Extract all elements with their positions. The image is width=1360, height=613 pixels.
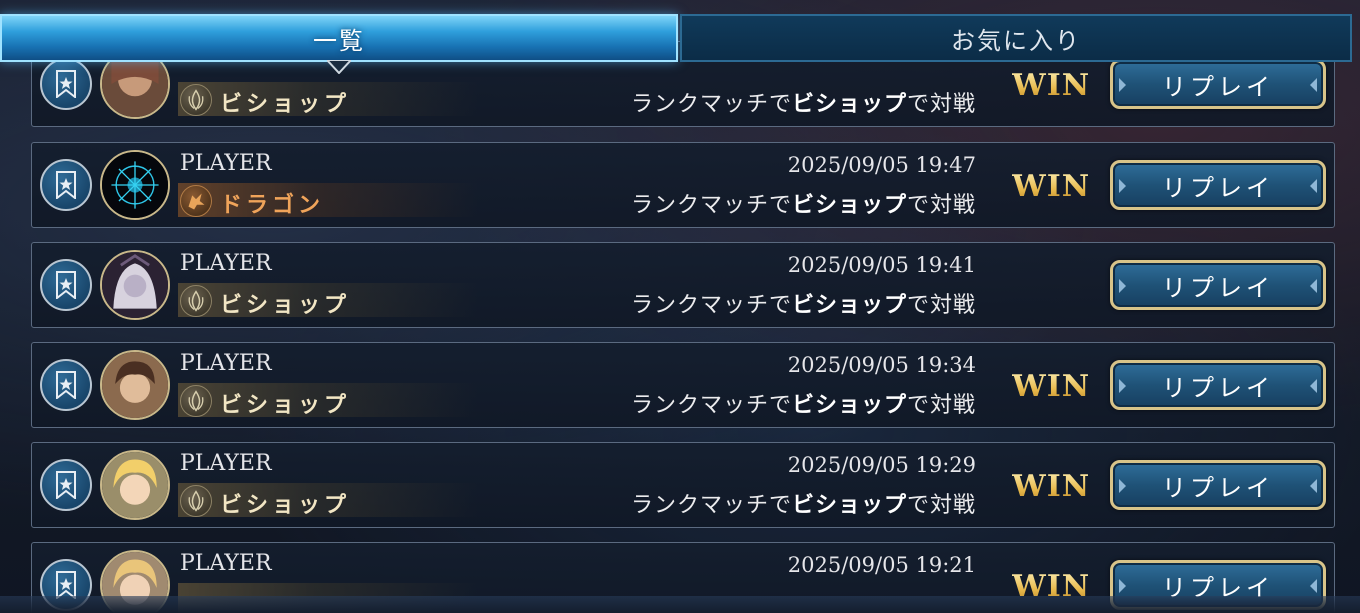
replay-button[interactable]: リプレイ	[1110, 460, 1326, 510]
favorite-button[interactable]	[40, 159, 92, 211]
tab-bar: 一覧 お気に入り	[0, 0, 1360, 74]
match-datetime: 2025/09/05 19:34	[787, 353, 976, 377]
match-description: ランクマッチでビショップで対戦	[631, 387, 976, 419]
match-description: ランクマッチでビショップで対戦	[631, 187, 976, 219]
active-tab-pointer-icon	[327, 60, 351, 74]
match-datetime: 2025/09/05 19:41	[787, 253, 976, 277]
dragon-class-icon	[180, 185, 212, 217]
tab-favorites[interactable]: お気に入り	[680, 14, 1352, 62]
avatar	[100, 350, 170, 420]
match-suffix: で対戦	[906, 293, 976, 318]
match-datetime: 2025/09/05 19:29	[787, 453, 976, 477]
list-item: PLAYER ビショップ 2025/09/05 19:29 ランクマッチでビショ…	[31, 442, 1335, 528]
bookmark-star-icon	[56, 271, 76, 299]
player-name: PLAYER	[180, 351, 272, 376]
bookmark-star-icon	[56, 171, 76, 199]
list-item: PLAYER ビショップ 2025/09/05 19:34 ランクマッチでビショ…	[31, 342, 1335, 428]
match-suffix: で対戦	[906, 393, 976, 418]
player-name: PLAYER	[180, 251, 272, 276]
list-item: PLAYER ドラゴン 2025/09/05 19:47 ランクマッチでビショッ…	[31, 142, 1335, 228]
avatar	[100, 450, 170, 520]
bishop-class-icon	[180, 84, 212, 116]
class-name: ビショップ	[220, 493, 351, 518]
list-item: PLAYER ビショップ 2025/09/05 19:41 ランクマッチでビショ…	[31, 242, 1335, 328]
class-name: ビショップ	[220, 393, 351, 418]
bishop-class-icon	[180, 385, 212, 417]
replay-button[interactable]: リプレイ	[1110, 160, 1326, 210]
match-suffix: で対戦	[906, 193, 976, 218]
match-class: ビショップ	[791, 92, 907, 117]
favorite-button[interactable]	[40, 359, 92, 411]
match-class: ビショップ	[791, 393, 907, 418]
result-badge: WIN	[1012, 469, 1091, 504]
match-class: ビショップ	[791, 293, 907, 318]
player-name: PLAYER	[180, 151, 272, 176]
bookmark-star-icon	[56, 371, 76, 399]
favorite-button[interactable]	[40, 259, 92, 311]
match-datetime: 2025/09/05 19:47	[787, 153, 976, 177]
match-description: ランクマッチでビショップで対戦	[631, 86, 976, 118]
bishop-class-icon	[180, 285, 212, 317]
match-mode: ランクマッチで	[630, 92, 792, 117]
avatar	[100, 250, 170, 320]
match-suffix: で対戦	[906, 92, 976, 117]
favorite-button[interactable]	[40, 459, 92, 511]
bishop-class-icon	[180, 485, 212, 517]
result-badge: WIN	[1012, 369, 1091, 404]
result-badge: WIN	[1012, 169, 1091, 204]
match-description: ランクマッチでビショップで対戦	[631, 487, 976, 519]
class-name: ビショップ	[220, 92, 351, 117]
replay-list: ビショップ ランクマッチでビショップで対戦 WIN リプレイ PLAYER ドラ…	[0, 0, 1360, 613]
bookmark-star-icon	[56, 571, 76, 599]
bookmark-star-icon	[56, 70, 76, 98]
class-name: ドラゴン	[220, 193, 325, 218]
match-suffix: で対戦	[906, 493, 976, 518]
tab-list[interactable]: 一覧	[0, 14, 678, 62]
bookmark-star-icon	[56, 471, 76, 499]
match-description: ランクマッチでビショップで対戦	[631, 287, 976, 319]
result-badge: WIN	[1012, 68, 1091, 103]
match-mode: ランクマッチで	[630, 293, 792, 318]
class-name: ビショップ	[220, 293, 351, 318]
bottom-edge	[0, 596, 1360, 613]
avatar	[100, 150, 170, 220]
match-class: ビショップ	[791, 193, 907, 218]
replay-button[interactable]: リプレイ	[1110, 260, 1326, 310]
match-mode: ランクマッチで	[630, 193, 792, 218]
replay-button[interactable]: リプレイ	[1110, 360, 1326, 410]
match-datetime: 2025/09/05 19:21	[787, 553, 976, 577]
match-mode: ランクマッチで	[630, 493, 792, 518]
match-class: ビショップ	[791, 493, 907, 518]
player-name: PLAYER	[180, 451, 272, 476]
player-name: PLAYER	[180, 551, 272, 576]
match-mode: ランクマッチで	[630, 393, 792, 418]
